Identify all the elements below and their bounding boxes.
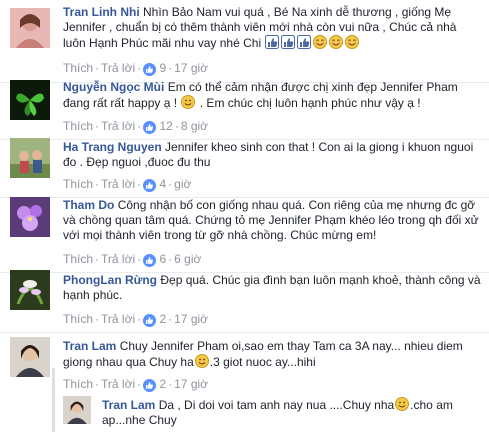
reply-link[interactable]: Trả lời xyxy=(101,252,135,266)
comment-body: Tran Lam Chuy Jennifer Pham oi,sao em th… xyxy=(63,339,481,370)
like-count-icon[interactable] xyxy=(143,254,157,269)
avatar[interactable] xyxy=(10,138,50,178)
like-count-icon[interactable] xyxy=(143,179,157,194)
comment-text-continued: . Em chúc chị luôn hạnh phúc như vậy ạ ! xyxy=(199,96,421,110)
like-count-icon[interactable] xyxy=(143,314,157,329)
timestamp[interactable]: 6 giờ xyxy=(174,252,201,266)
comment-body: Nguyễn Ngọc Mùi Em có thể cảm nhận được … xyxy=(63,80,481,111)
comment-actions: Thích · Trả lời · 12 · 8 giờ xyxy=(63,119,208,136)
comment-body: Ha Trang Nguyen Jennifer kheo sinh con t… xyxy=(63,140,481,170)
timestamp[interactable]: 17 giờ xyxy=(174,312,208,326)
reply-text: Da , Di doi voi tam anh nay nua ....Chuy… xyxy=(158,398,395,412)
emoji-row xyxy=(264,35,360,50)
divider xyxy=(0,332,489,333)
timestamp[interactable]: 17 giờ xyxy=(174,377,208,391)
timestamp[interactable]: 17 giờ xyxy=(174,61,208,75)
like-emoji-icon xyxy=(281,35,296,49)
avatar[interactable] xyxy=(63,396,91,424)
like-count-icon[interactable] xyxy=(143,63,157,78)
comment-actions: Thích · Trả lời · 9 · 17 giờ xyxy=(63,61,208,78)
like-link[interactable]: Thích xyxy=(63,177,93,191)
like-link[interactable]: Thích xyxy=(63,61,93,75)
reply-link[interactable]: Trả lời xyxy=(101,177,135,191)
comment-text-continued: .3 giot nuoc ay...hihi xyxy=(209,355,316,369)
reply-author[interactable]: Tran Lam xyxy=(102,398,155,412)
smile-emoji-icon xyxy=(181,95,196,109)
comment-body: Tran Linh Nhi Nhìn Bảo Nam vui quá , Bé … xyxy=(63,5,481,51)
comment-actions: Thích · Trả lời · 2 · 17 giờ xyxy=(63,312,208,329)
reply-body: Tran Lam Da , Di doi voi tam anh nay nua… xyxy=(102,397,481,428)
comment-body: Tham Do Công nhận bố con giống nhau quá.… xyxy=(63,198,481,243)
comment-body: PhongLan Rừng Đẹp quá. Chúc gia đình bạn… xyxy=(63,273,481,303)
like-count-icon[interactable] xyxy=(143,379,157,394)
avatar[interactable] xyxy=(10,270,50,310)
comment-list: Tran Linh Nhi Nhìn Bảo Nam vui quá , Bé … xyxy=(0,0,489,432)
avatar[interactable] xyxy=(10,80,50,120)
comment-actions: Thích · Trả lời · 2 · 17 giờ xyxy=(63,377,208,394)
reply-link[interactable]: Trả lời xyxy=(101,61,135,75)
reply-link[interactable]: Trả lời xyxy=(101,377,135,391)
avatar[interactable] xyxy=(10,197,50,237)
timestamp[interactable]: giờ xyxy=(174,177,191,191)
like-link[interactable]: Thích xyxy=(63,119,93,133)
comment-text: Công nhận bố con giống nhau quá. Con riê… xyxy=(63,198,479,242)
reply-thread-line xyxy=(52,368,55,432)
comment-author[interactable]: Tran Linh Nhi xyxy=(63,5,140,19)
comment-author[interactable]: PhongLan Rừng xyxy=(63,273,157,287)
reply-link[interactable]: Trả lời xyxy=(101,312,135,326)
comment-author[interactable]: Tran Lam xyxy=(63,339,116,353)
avatar[interactable] xyxy=(10,337,50,377)
smile-emoji-icon xyxy=(395,397,410,411)
timestamp[interactable]: 8 giờ xyxy=(181,119,208,133)
reply-link[interactable]: Trả lời xyxy=(101,119,135,133)
comment-actions: Thích · Trả lời · 6 · 6 giờ xyxy=(63,252,201,269)
like-link[interactable]: Thích xyxy=(63,312,93,326)
comment-author[interactable]: Ha Trang Nguyen xyxy=(63,140,162,154)
like-count[interactable]: 12 xyxy=(159,119,172,133)
blush-emoji-icon xyxy=(329,35,344,49)
like-link[interactable]: Thích xyxy=(63,252,93,266)
smile-emoji-icon xyxy=(194,354,209,368)
like-emoji-icon xyxy=(265,35,280,49)
blush-emoji-icon xyxy=(313,35,328,49)
avatar[interactable] xyxy=(10,8,50,48)
like-count-icon[interactable] xyxy=(143,121,157,136)
comment-actions: Thích · Trả lời · 4 · giờ xyxy=(63,177,191,194)
comment-author[interactable]: Nguyễn Ngọc Mùi xyxy=(63,80,164,94)
like-emoji-icon xyxy=(297,35,312,49)
like-link[interactable]: Thích xyxy=(63,377,93,391)
comment-author[interactable]: Tham Do xyxy=(63,198,114,212)
blush-emoji-icon xyxy=(345,35,360,49)
